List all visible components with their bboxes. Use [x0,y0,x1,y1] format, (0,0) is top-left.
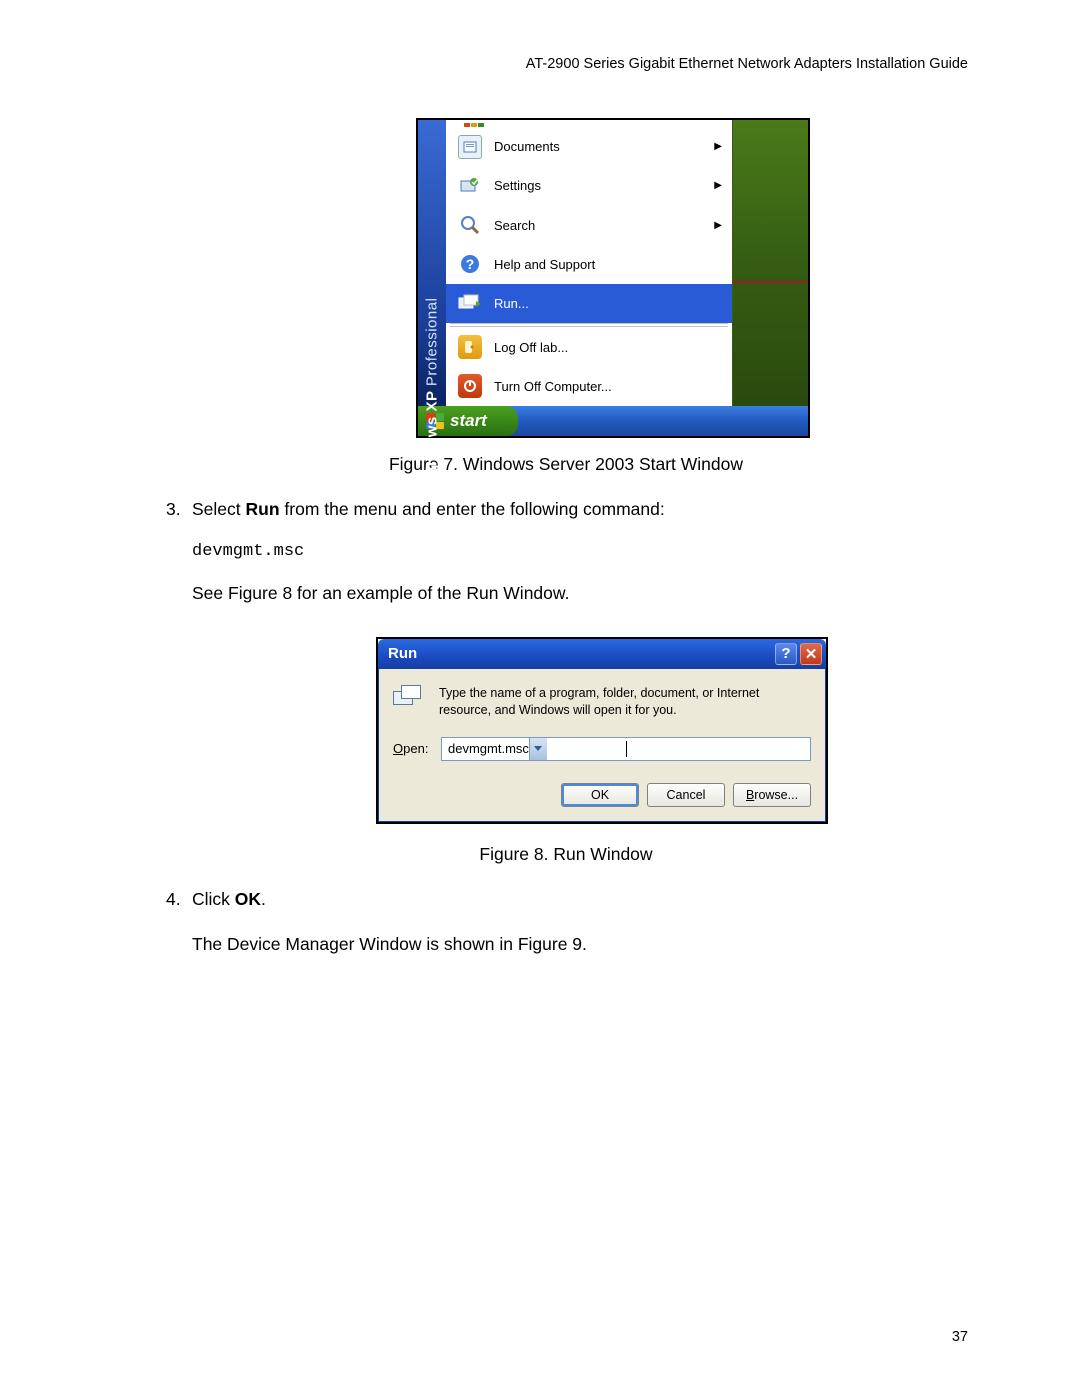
menu-item-logoff[interactable]: Log Off lab... [446,327,732,366]
menu-label: Search [494,218,535,233]
open-combobox[interactable]: devmgmt.msc [441,737,811,761]
step-3: 3. Select Run from the menu and enter th… [166,497,966,522]
figure-7-caption: Figure 7. Windows Server 2003 Start Wind… [166,454,966,475]
ok-button[interactable]: OK [561,783,639,807]
banner-edition: Professional [424,298,441,387]
menu-item-search[interactable]: Search ▶ [446,206,732,245]
submenu-arrow-icon: ▶ [714,141,722,152]
figure-8-run-window: Run ? ✕ Type the name of a program, fold… [376,637,828,824]
documents-icon [458,135,482,159]
menu-label: Run... [494,296,529,311]
run-title: Run [388,645,417,662]
paragraph: See Figure 8 for an example of the Run W… [192,581,966,606]
run-icon [458,292,482,316]
search-icon [458,213,482,237]
page-number: 37 [952,1329,968,1345]
cancel-button[interactable]: Cancel [647,783,725,807]
run-dialog-body: Type the name of a program, folder, docu… [378,669,826,822]
menu-label: Documents [494,139,560,154]
menu-label: Log Off lab... [494,340,568,355]
svg-text:?: ? [466,256,475,272]
help-icon: ? [458,252,482,276]
titlebar-help-button[interactable]: ? [775,643,797,665]
step-text-bold: Run [246,499,280,519]
menu-item-help[interactable]: ? Help and Support [446,245,732,284]
figure-8-caption: Figure 8. Run Window [166,844,966,865]
run-dialog-icon [393,685,427,711]
windows-xp-banner: Windows XP Professional [418,120,446,406]
step-text-bold: OK [235,889,261,909]
menu-item-documents[interactable]: Documents ▶ [446,127,732,166]
text-cursor [626,741,627,757]
menu-item-run[interactable]: Run... [446,284,732,323]
page-content: Windows XP Professional Documents ▶ [166,118,966,957]
menu-column: Documents ▶ Settings ▶ Search ▶ [446,120,732,406]
command-text: devmgmt.msc [192,542,966,561]
shutdown-icon [458,374,482,398]
start-menu-panel: Windows XP Professional Documents ▶ [418,120,808,406]
step-text: Click [192,889,235,909]
step-text: . [261,889,266,909]
menu-top-accent [446,120,732,127]
browse-button[interactable]: Browse... [733,783,811,807]
dropdown-arrow-icon[interactable] [529,738,547,760]
menu-label: Settings [494,178,541,193]
step-number: 4. [166,887,192,912]
open-label: Open: [393,741,441,756]
menu-item-settings[interactable]: Settings ▶ [446,166,732,205]
banner-os: Windows XP [424,391,441,486]
step-text: from the menu and enter the following co… [280,499,665,519]
step-text: Select [192,499,246,519]
run-description: Type the name of a program, folder, docu… [439,685,811,719]
titlebar-close-button[interactable]: ✕ [800,643,822,665]
step-number: 3. [166,497,192,522]
paragraph: The Device Manager Window is shown in Fi… [192,932,966,957]
settings-icon [458,174,482,198]
step-4: 4. Click OK. [166,887,966,912]
menu-label: Help and Support [494,257,595,272]
menu-label: Turn Off Computer... [494,379,612,394]
start-label: start [450,411,487,431]
menu-item-shutdown[interactable]: Turn Off Computer... [446,367,732,406]
open-input-value: devmgmt.msc [448,741,529,756]
submenu-arrow-icon: ▶ [714,180,722,191]
figure-7-start-window: Windows XP Professional Documents ▶ [416,118,810,438]
desktop-background [732,120,808,406]
page-header: AT-2900 Series Gigabit Ethernet Network … [526,56,968,72]
dialog-button-row: OK Cancel Browse... [393,783,811,807]
run-titlebar: Run ? ✕ [378,639,826,669]
taskbar: start [418,406,808,436]
submenu-arrow-icon: ▶ [714,220,722,231]
logoff-icon [458,335,482,359]
